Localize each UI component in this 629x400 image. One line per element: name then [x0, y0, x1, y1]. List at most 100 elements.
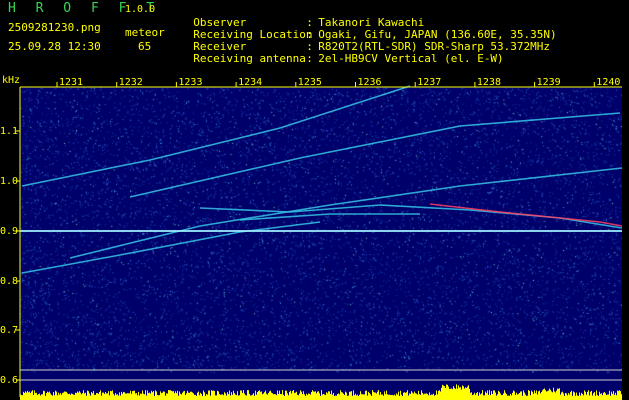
amplitude-bar	[279, 390, 280, 400]
amplitude-bar	[38, 394, 39, 400]
amplitude-bar	[215, 395, 216, 400]
amplitude-bar	[474, 392, 475, 400]
amplitude-bar	[397, 394, 398, 400]
amplitude-bar	[255, 390, 256, 400]
amplitude-bar	[46, 392, 47, 400]
amplitude-bar	[127, 393, 128, 400]
amplitude-bar	[461, 389, 462, 400]
amplitude-bar	[462, 385, 463, 400]
amplitude-bar	[268, 392, 269, 400]
amplitude-bar	[576, 392, 577, 400]
amplitude-bar	[34, 390, 35, 400]
amplitude-bar	[513, 390, 514, 400]
x-tick-label: 1234	[238, 77, 262, 88]
amplitude-bar	[329, 391, 330, 400]
amplitude-bar	[102, 392, 103, 400]
amplitude-bar	[617, 390, 618, 400]
amplitude-bar	[246, 395, 247, 400]
amplitude-bar	[441, 387, 442, 400]
amplitude-bar	[618, 390, 619, 400]
amplitude-bar	[386, 390, 387, 400]
amplitude-bar	[400, 390, 401, 400]
amplitude-bar	[438, 390, 439, 400]
amplitude-bar	[553, 387, 554, 400]
amplitude-bar	[245, 395, 246, 400]
amplitude-bar	[489, 390, 490, 400]
y-tick-label: 0.7	[0, 325, 18, 336]
amplitude-bar	[148, 393, 149, 400]
amplitude-bar	[550, 389, 551, 400]
amplitude-bar	[57, 395, 58, 400]
amplitude-bar	[538, 391, 539, 400]
amplitude-bar	[436, 390, 437, 400]
amplitude-bar	[330, 394, 331, 400]
amplitude-bar	[433, 393, 434, 400]
amplitude-bar	[143, 393, 144, 400]
amplitude-bar	[147, 390, 148, 400]
amplitude-bar	[157, 394, 158, 400]
amplitude-bar	[511, 395, 512, 400]
amplitude-bar	[447, 384, 448, 400]
amplitude-bar	[398, 391, 399, 400]
amplitude-bar	[419, 394, 420, 400]
amplitude-bar	[418, 390, 419, 400]
amplitude-bar	[559, 388, 560, 400]
amplitude-bar	[242, 392, 243, 400]
amplitude-bar	[317, 391, 318, 400]
amplitude-bar	[165, 395, 166, 400]
amplitude-bar	[286, 390, 287, 400]
amplitude-bar	[294, 392, 295, 400]
x-tick-label: 1237	[417, 77, 441, 88]
amplitude-bar	[560, 394, 561, 400]
amplitude-bar	[150, 393, 151, 400]
amplitude-bar	[406, 392, 407, 400]
amplitude-bar	[144, 394, 145, 400]
amplitude-bar	[129, 393, 130, 400]
amplitude-bar	[231, 392, 232, 400]
amplitude-bar	[35, 393, 36, 400]
amplitude-bar	[116, 394, 117, 400]
amplitude-bar	[145, 390, 146, 400]
amplitude-bar	[475, 394, 476, 400]
amplitude-bar	[485, 391, 486, 400]
amplitude-bar	[403, 392, 404, 400]
amplitude-bar	[324, 394, 325, 400]
amplitude-bar	[621, 394, 622, 400]
amplitude-bar	[376, 393, 377, 400]
amplitude-bar	[369, 393, 370, 400]
amplitude-bar	[562, 391, 563, 400]
amplitude-bar	[499, 391, 500, 400]
amplitude-bar	[554, 391, 555, 400]
amplitude-bar	[463, 386, 464, 400]
amplitude-bar	[61, 394, 62, 400]
amplitude-bar	[420, 394, 421, 400]
amplitude-bar	[523, 390, 524, 400]
amplitude-bar	[222, 394, 223, 400]
amplitude-bar	[134, 390, 135, 400]
amplitude-bar	[476, 393, 477, 400]
amplitude-bar	[20, 394, 21, 400]
amplitude-bar	[504, 390, 505, 400]
amplitude-bar	[257, 391, 258, 400]
amplitude-bar	[89, 393, 90, 400]
amplitude-bar	[74, 394, 75, 400]
amplitude-bar	[525, 394, 526, 400]
amplitude-bar	[533, 393, 534, 400]
amplitude-bar	[417, 394, 418, 400]
amplitude-bar	[101, 395, 102, 400]
amplitude-bar	[612, 393, 613, 400]
amplitude-bar	[87, 390, 88, 400]
amplitude-bar	[615, 392, 616, 400]
amplitude-bar	[182, 392, 183, 400]
amplitude-bar	[277, 390, 278, 400]
amplitude-bar	[547, 391, 548, 400]
amplitude-bar	[619, 390, 620, 400]
amplitude-bar	[584, 390, 585, 400]
amplitude-bar	[394, 394, 395, 400]
amplitude-bar	[284, 395, 285, 400]
amplitude-bar	[267, 394, 268, 400]
amplitude-bar	[410, 393, 411, 400]
amplitude-bar	[27, 390, 28, 400]
amplitude-bar	[471, 392, 472, 400]
amplitude-bar	[341, 392, 342, 400]
